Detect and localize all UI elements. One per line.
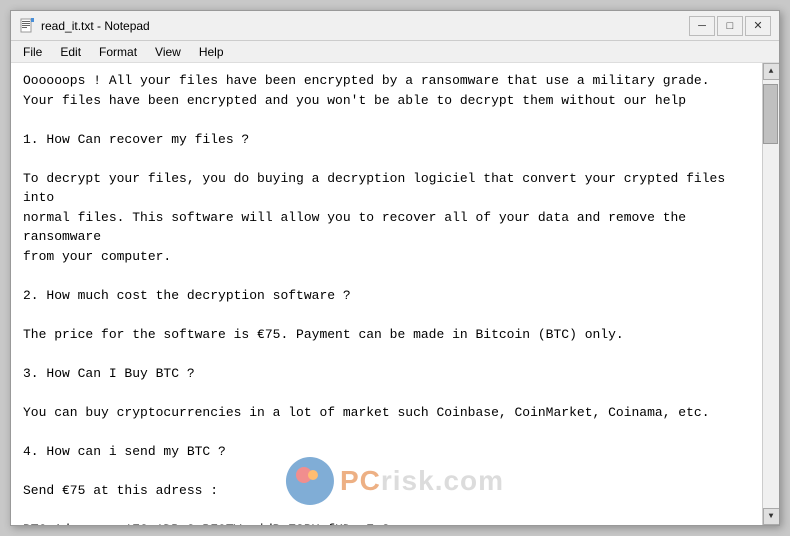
close-button[interactable]: ✕ — [745, 16, 771, 36]
maximize-button[interactable]: □ — [717, 16, 743, 36]
scroll-up-button[interactable]: ▲ — [763, 63, 780, 80]
title-bar-left: read_it.txt - Notepad — [19, 18, 150, 34]
text-editor[interactable]: Oooooops ! All your files have been encr… — [11, 63, 762, 525]
content-area: Oooooops ! All your files have been encr… — [11, 63, 779, 525]
notepad-icon — [19, 18, 35, 34]
notepad-window: read_it.txt - Notepad ─ □ ✕ File Edit Fo… — [10, 10, 780, 526]
menu-edit[interactable]: Edit — [52, 43, 89, 61]
title-bar: read_it.txt - Notepad ─ □ ✕ — [11, 11, 779, 41]
menu-file[interactable]: File — [15, 43, 50, 61]
scrollbar-track[interactable] — [763, 80, 779, 508]
menu-view[interactable]: View — [147, 43, 189, 61]
menu-format[interactable]: Format — [91, 43, 145, 61]
menu-bar: File Edit Format View Help — [11, 41, 779, 63]
scroll-down-button[interactable]: ▼ — [763, 508, 780, 525]
scrollbar-thumb[interactable] — [763, 84, 778, 144]
minimize-button[interactable]: ─ — [689, 16, 715, 36]
menu-help[interactable]: Help — [191, 43, 232, 61]
scrollbar[interactable]: ▲ ▼ — [762, 63, 779, 525]
window-title: read_it.txt - Notepad — [41, 19, 150, 33]
title-bar-controls: ─ □ ✕ — [689, 16, 771, 36]
